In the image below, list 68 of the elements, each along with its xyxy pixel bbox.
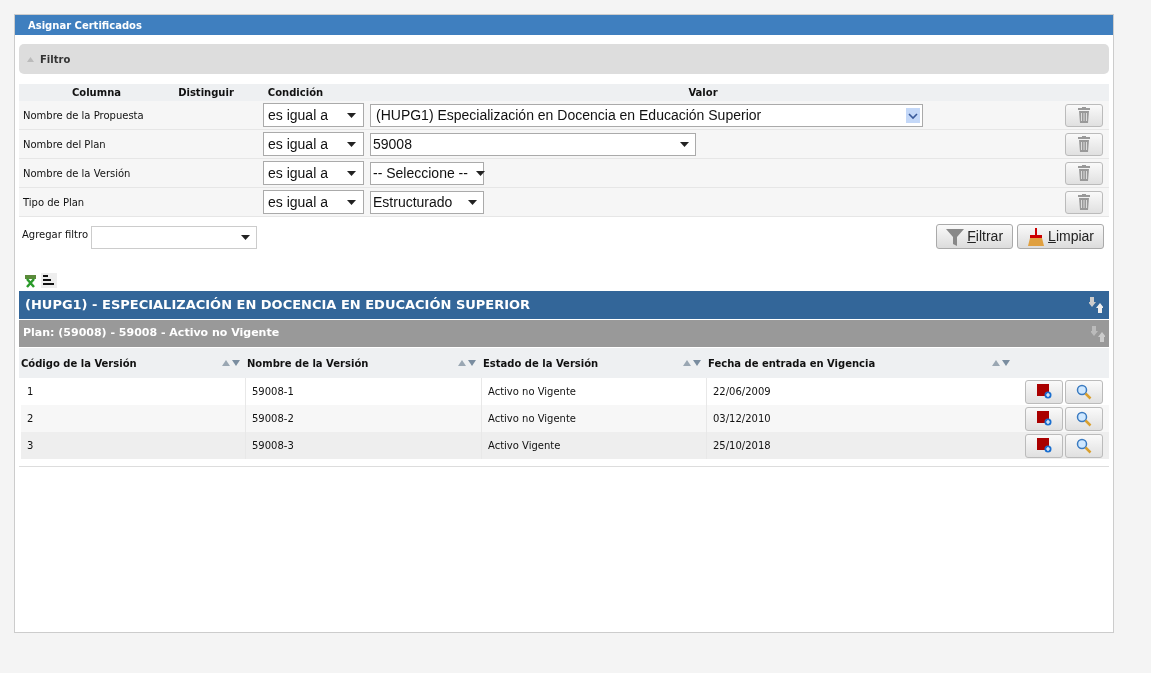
add-certificate-button[interactable]	[1025, 379, 1063, 404]
delete-filter-button[interactable]	[1065, 132, 1103, 156]
trash-icon	[1078, 194, 1090, 210]
table-cell: 25/10/2018	[706, 432, 1015, 459]
dropdown-caret-icon	[347, 170, 356, 176]
condition-select[interactable]: es igual a	[263, 161, 364, 185]
dropdown-caret-icon	[680, 141, 689, 147]
value-select[interactable]: -- Seleccione --	[370, 161, 484, 185]
magnifier-icon	[1076, 410, 1092, 427]
condition-select[interactable]: es igual a	[263, 103, 364, 127]
chevron-down-icon	[906, 107, 920, 123]
table-column-header: Nombre de la Versión	[247, 356, 369, 371]
table-cell: 59008-3	[245, 432, 481, 459]
add-certificate-button[interactable]	[1025, 406, 1063, 431]
delete-filter-button[interactable]	[1065, 103, 1103, 127]
delete-filter-button[interactable]	[1065, 190, 1103, 214]
view-button[interactable]	[1065, 406, 1103, 431]
filter-section-header[interactable]: Filtro	[19, 44, 1109, 74]
magnifier-icon	[1076, 383, 1092, 400]
dropdown-caret-icon	[347, 112, 356, 118]
trash-icon	[1078, 165, 1090, 181]
sort-arrows-icon	[992, 360, 1011, 366]
table-column-header: Fecha de entrada en Vigencia	[708, 356, 876, 371]
dropdown-caret-icon	[468, 199, 477, 205]
condition-select[interactable]: es igual a	[263, 132, 364, 156]
value-combo-field[interactable]: (HUPG1) Especialización en Docencia en Educación Superior	[370, 103, 923, 127]
view-button[interactable]	[1065, 379, 1103, 404]
add-certificate-button[interactable]	[1025, 433, 1063, 458]
filter-column-label: Nombre de la Versión	[22, 166, 132, 181]
dropdown-caret-icon	[475, 170, 485, 176]
add-filter-label: Agregar filtro	[22, 228, 88, 242]
collapse-triangle-icon	[27, 56, 34, 62]
sort-arrows-icon	[458, 360, 477, 366]
trash-icon	[1078, 107, 1090, 123]
table-column-header: Estado de la Versión	[483, 356, 599, 371]
window-title: Asignar Certificados	[15, 15, 1113, 35]
sort-arrows-icon	[683, 360, 702, 366]
sort-icon	[41, 273, 57, 288]
delete-filter-button[interactable]	[1065, 161, 1103, 185]
clear-button[interactable]: Limpiar	[1017, 224, 1104, 249]
plan-header-bar: Plan: (59008) - 59008 - Activo no Vigente	[19, 320, 1109, 347]
column-header: Columna	[70, 86, 122, 100]
table-cell-text: 3	[26, 439, 35, 453]
table-cell: Activo Vigente	[481, 432, 706, 459]
filter-column-label: Nombre de la Propuesta	[22, 108, 145, 123]
table-column-header: Código de la Versión	[21, 356, 137, 371]
table-cell-text: 1	[26, 385, 35, 399]
view-button[interactable]	[1065, 433, 1103, 458]
column-header: Condición	[266, 86, 325, 100]
trash-icon	[1078, 136, 1090, 152]
filter-column-label: Nombre del Plan	[22, 137, 107, 152]
condition-select[interactable]: es igual a	[263, 190, 364, 214]
column-header: Distinguir	[177, 86, 235, 100]
magnifier-icon	[1076, 437, 1092, 454]
broom-icon	[1027, 227, 1046, 246]
column-header: Valor	[687, 86, 719, 100]
funnel-icon	[946, 227, 965, 246]
sort-arrows-icon	[222, 360, 241, 366]
filter-column-label: Tipo de Plan	[22, 195, 86, 210]
group-header-bar: (HUPG1) - ESPECIALIZACIÓN EN DOCENCIA EN EDUCACIÓN SUPERIOR	[19, 291, 1109, 319]
filter-button[interactable]: Filtrar	[936, 224, 1014, 249]
dropdown-caret-icon	[241, 235, 250, 240]
collapse-arrows-icon[interactable]	[1089, 297, 1103, 313]
value-select[interactable]: 59008	[370, 132, 696, 156]
table-cell-text: 2	[26, 412, 35, 426]
dropdown-caret-icon	[347, 141, 356, 147]
value-select[interactable]: Estructurado	[370, 190, 484, 214]
dropdown-caret-icon	[347, 199, 356, 205]
